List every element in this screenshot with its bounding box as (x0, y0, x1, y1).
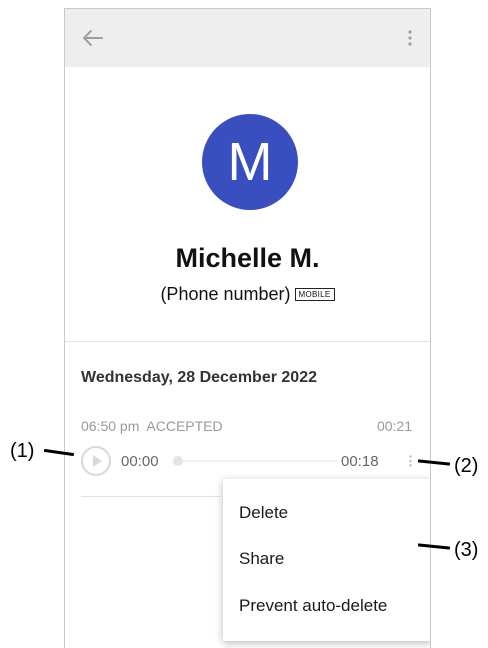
menu-item-prevent-auto-delete[interactable]: Prevent auto-delete (239, 596, 387, 616)
phone-number-row: (Phone number) MOBILE (65, 284, 430, 305)
menu-item-delete[interactable]: Delete (239, 503, 288, 523)
avatar: M (202, 114, 298, 210)
callout-label-2: (2) (454, 455, 479, 477)
callout-label-3: (3) (454, 539, 479, 561)
divider (65, 341, 430, 342)
playback-position: 00:00 (121, 453, 159, 470)
top-app-bar (65, 9, 430, 67)
phone-screen: M Michelle M. (Phone number) MOBILE Wedne… (64, 8, 431, 648)
phone-number: (Phone number) (160, 284, 291, 304)
menu-item-share[interactable]: Share (239, 549, 284, 569)
divider (81, 496, 221, 497)
play-button[interactable] (81, 446, 111, 476)
playback-total: 00:18 (341, 453, 379, 470)
contact-name: Michelle M. (175, 243, 320, 273)
more-vert-icon[interactable] (408, 30, 412, 46)
context-menu: Delete Share Prevent auto-delete (223, 479, 430, 641)
date-header: Wednesday, 28 December 2022 (81, 369, 317, 386)
call-duration: 00:21 (376, 418, 412, 434)
call-time-status: 06:50 pm ACCEPTED (81, 418, 223, 434)
seek-bar[interactable] (175, 460, 337, 462)
phone-type-badge: MOBILE (294, 288, 335, 301)
callout-label-1: (1) (10, 440, 35, 462)
more-vert-icon[interactable] (409, 455, 412, 467)
seek-thumb[interactable] (173, 456, 183, 466)
arrow-left-icon[interactable] (81, 29, 103, 47)
play-icon (93, 455, 102, 467)
